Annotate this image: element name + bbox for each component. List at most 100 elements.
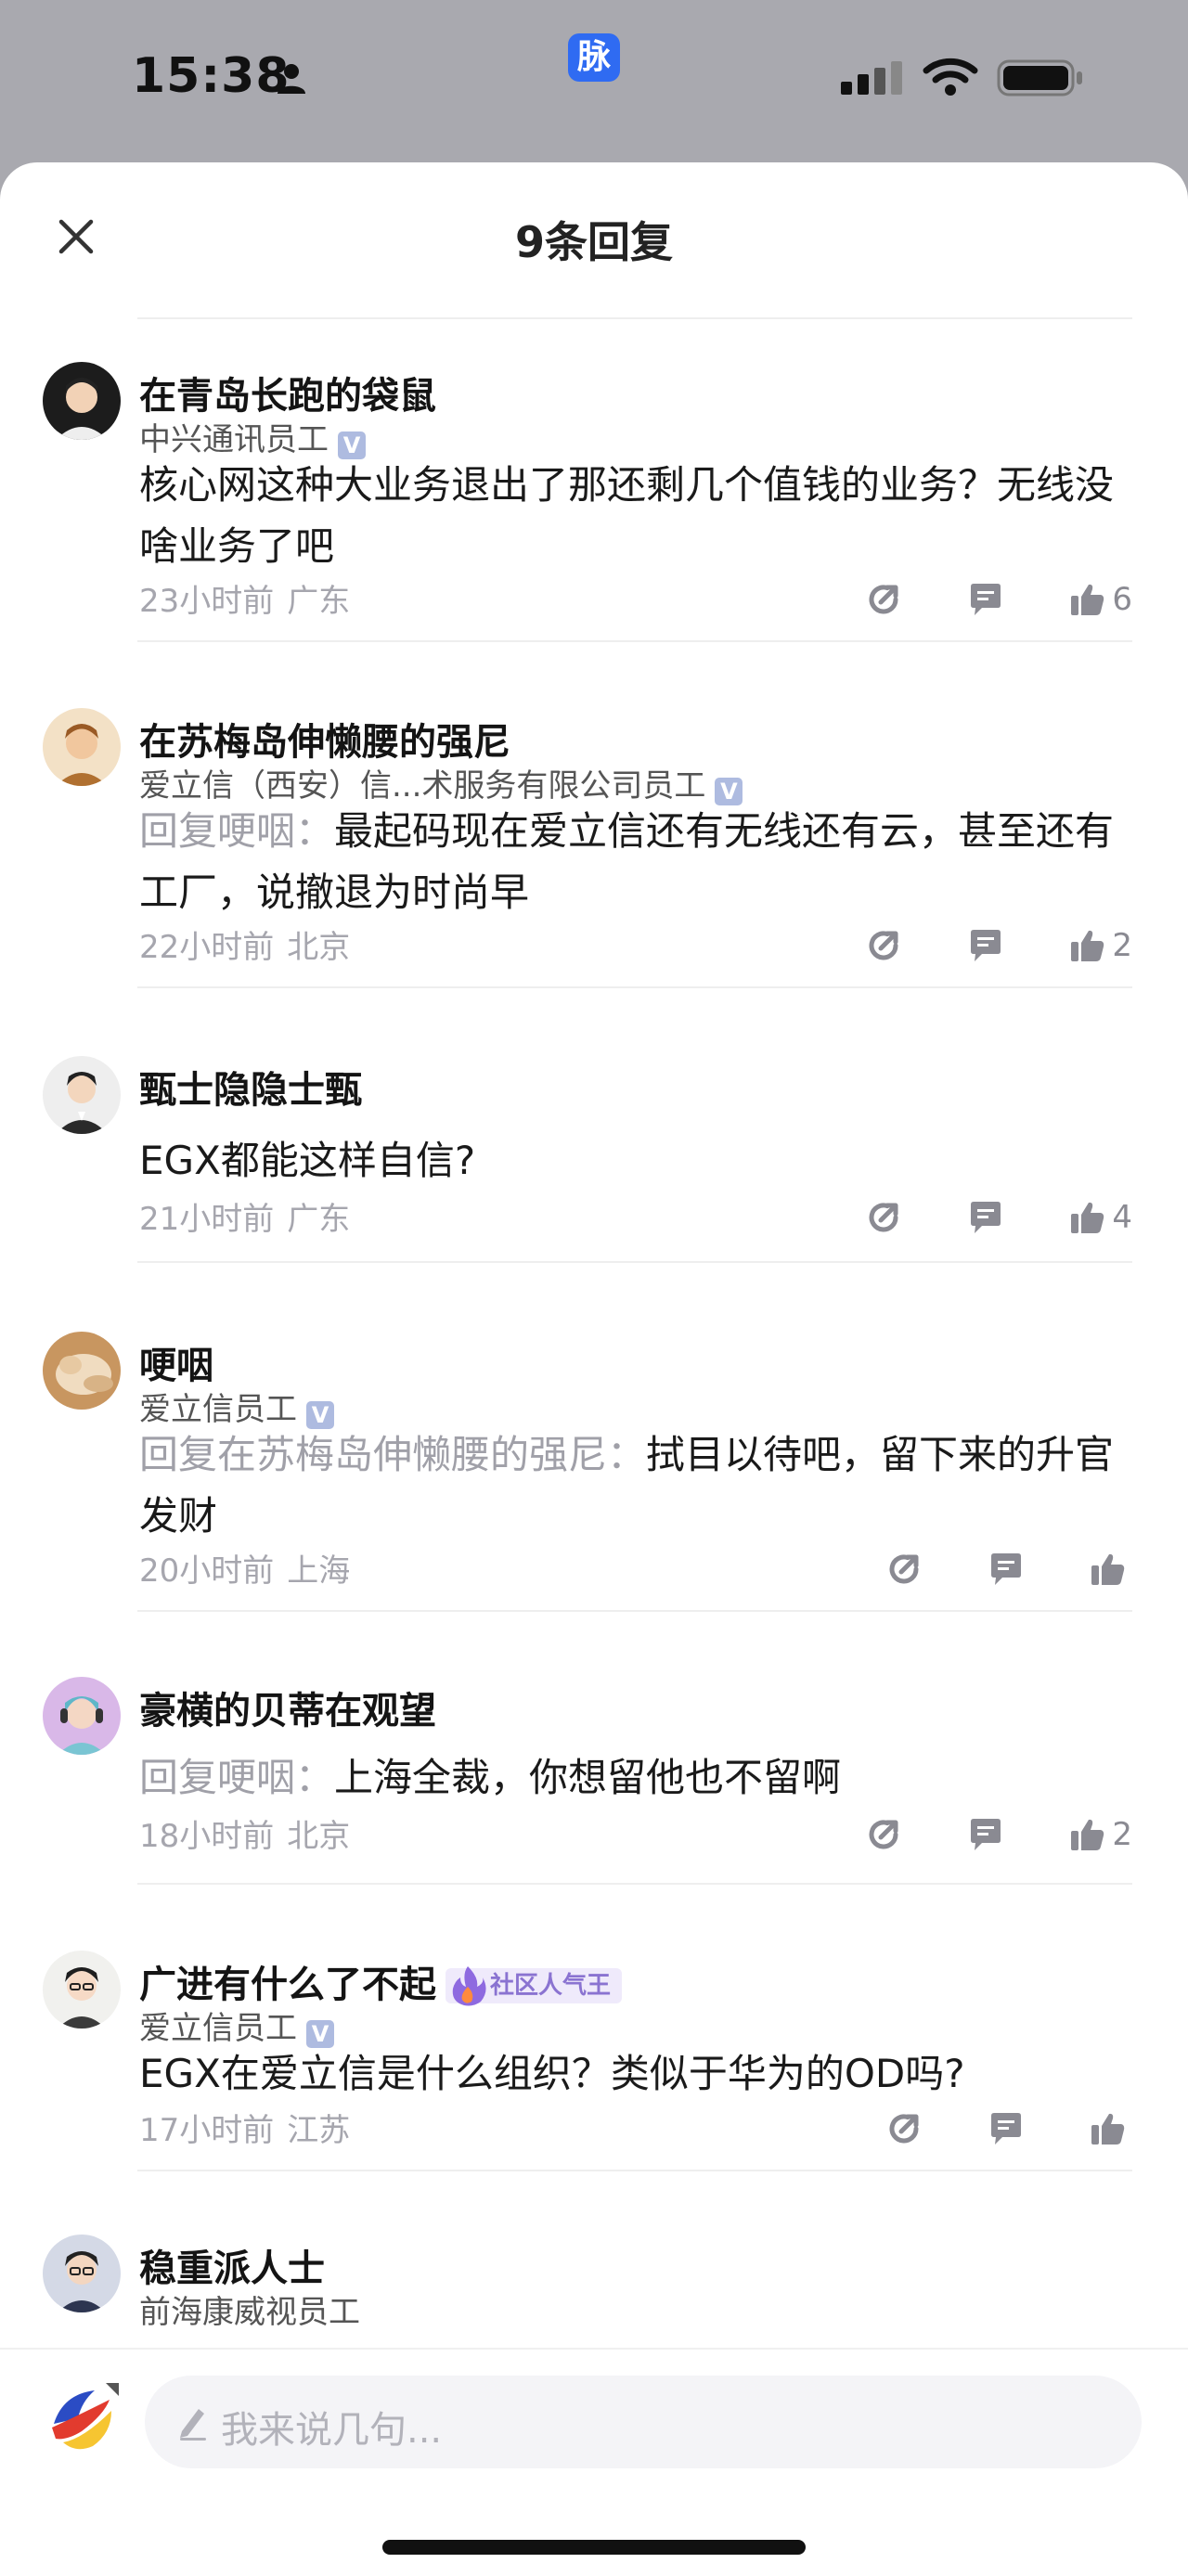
reply-text: 回复哽咽：最起码现在爱立信还有无线还有云，甚至还有工厂，说撤退为时尚早 [139,801,1123,923]
reply-location: 广东 [287,1201,351,1238]
reply-meta: 21小时前 广东 [139,1193,350,1239]
like-button[interactable]: 6 [1069,581,1132,618]
divider [137,640,1132,642]
thumbs-up-icon [1091,2113,1125,2145]
comment-button[interactable] [967,581,1004,618]
share-button[interactable] [865,1199,902,1236]
reply-to-prefix[interactable]: 回复哽咽： [139,808,334,854]
thumbs-up-icon [1071,1819,1104,1850]
reply-meta: 17小时前 江苏 [139,2105,350,2150]
share-button[interactable] [865,927,902,964]
reply-time: 17小时前 [139,2112,275,2149]
person-icon [278,64,305,94]
reply-text: 回复哽咽：上海全裁，你想留他也不留啊 [139,1747,1123,1809]
reply-location: 北京 [287,1818,351,1855]
badge-label: 社区人气王 [490,1972,612,2000]
reply-location: 广东 [287,583,351,620]
user-company: 中兴通讯员工 V [139,414,366,459]
company-label: 爱立信员工 [139,1391,297,1428]
reply-text: EGX都能这样自信? [139,1130,1123,1191]
avatar[interactable] [43,2235,121,2312]
like-button[interactable]: 2 [1069,927,1132,964]
reply-to-prefix[interactable]: 回复哽咽： [139,1755,334,1800]
share-icon [869,585,898,614]
reply-to-prefix[interactable]: 回复在苏梅岛伸懒腰的强尼： [139,1432,646,1477]
reply-text: 回复在苏梅岛伸懒腰的强尼：拭目以待吧，留下来的升官发财 [139,1424,1123,1547]
divider [137,2170,1132,2171]
avatar[interactable] [43,708,121,786]
user-name-text[interactable]: 广进有什么了不起 [139,1964,436,2006]
comment-icon [971,1202,1001,1233]
comment-icon [971,930,1001,961]
divider [137,317,1132,319]
my-avatar[interactable] [45,2377,123,2455]
reply-actions: 6 [865,579,1132,620]
company-label: 爱立信（西安）信...术服务有限公司员工 [139,767,706,805]
reply-actions: 2 [865,925,1132,966]
reply-time: 21小时前 [139,1201,275,1238]
comment-button[interactable] [967,1816,1004,1853]
reply-body: EGX都能这样自信? [139,1138,476,1183]
user-name[interactable]: 哽咽 [139,1335,213,1389]
comment-icon [991,2113,1021,2145]
share-button[interactable] [865,1816,902,1853]
user-name[interactable]: 甄士隐隐士甄 [139,1060,362,1114]
comment-input[interactable]: 我来说几句... [145,2376,1142,2468]
avatar[interactable] [43,1951,121,2029]
divider [137,986,1132,988]
like-button[interactable] [1090,2110,1132,2147]
share-icon [869,1820,898,1849]
comment-button[interactable] [988,2110,1025,2147]
like-button[interactable]: 2 [1069,1816,1132,1853]
comment-button[interactable] [988,1551,1025,1588]
reply-time: 18小时前 [139,1818,275,1855]
app-badge: 脉 [568,33,620,82]
comment-button[interactable] [967,1199,1004,1236]
reply-location: 北京 [287,929,351,966]
reply-text: 核心网这种大业务退出了那还剩几个值钱的业务？无线没啥业务了吧 [139,455,1123,577]
share-button[interactable] [885,1551,923,1588]
avatar[interactable] [43,1332,121,1410]
reply-text: EGX在爱立信是什么组织？类似于华为的OD吗? [139,2043,1123,2105]
user-name[interactable]: 稳重派人士 [139,2238,325,2292]
user-name: 广进有什么了不起 社区人气王 [139,1954,623,2008]
like-count: 2 [1112,927,1132,964]
avatar[interactable] [43,1677,121,1755]
comment-button[interactable] [967,927,1004,964]
reply-location: 上海 [287,1552,351,1590]
reply-actions: 4 [865,1197,1132,1238]
flame-icon [452,1966,486,2006]
signal-icon [841,61,902,95]
reply-location: 江苏 [287,2112,351,2149]
divider [137,1610,1132,1612]
reply-time: 20小时前 [139,1552,275,1590]
sheet-title: 9条回复 [514,217,673,267]
popularity-badge: 社区人气王 [446,1966,623,2006]
like-count: 4 [1112,1199,1132,1236]
avatar[interactable] [43,362,121,440]
share-icon [869,1203,898,1232]
divider [137,1261,1132,1263]
share-button[interactable] [885,2110,923,2147]
pencil-icon [180,2409,206,2441]
like-button[interactable]: 4 [1069,1199,1132,1236]
share-icon [889,2114,919,2144]
reply-meta: 20小时前 上海 [139,1545,350,1591]
divider [137,1883,1132,1885]
like-count: 2 [1112,1816,1132,1853]
share-button[interactable] [865,581,902,618]
like-button[interactable] [1090,1551,1132,1588]
user-name[interactable]: 在苏梅岛伸懒腰的强尼 [139,712,510,766]
user-name[interactable]: 豪横的贝蒂在观望 [139,1681,436,1734]
reply-meta: 18小时前 北京 [139,1810,350,1856]
user-company: 爱立信员工 V [139,1384,334,1429]
thumbs-up-icon [1071,1202,1104,1233]
company-label: 中兴通讯员工 [139,421,329,458]
user-name[interactable]: 在青岛长跑的袋鼠 [139,366,436,419]
comment-icon [971,584,1001,615]
wifi-icon [923,58,978,96]
reply-actions [885,2108,1132,2149]
input-placeholder: 我来说几句... [221,2409,443,2452]
comment-icon [971,1819,1001,1850]
avatar[interactable] [43,1056,121,1134]
